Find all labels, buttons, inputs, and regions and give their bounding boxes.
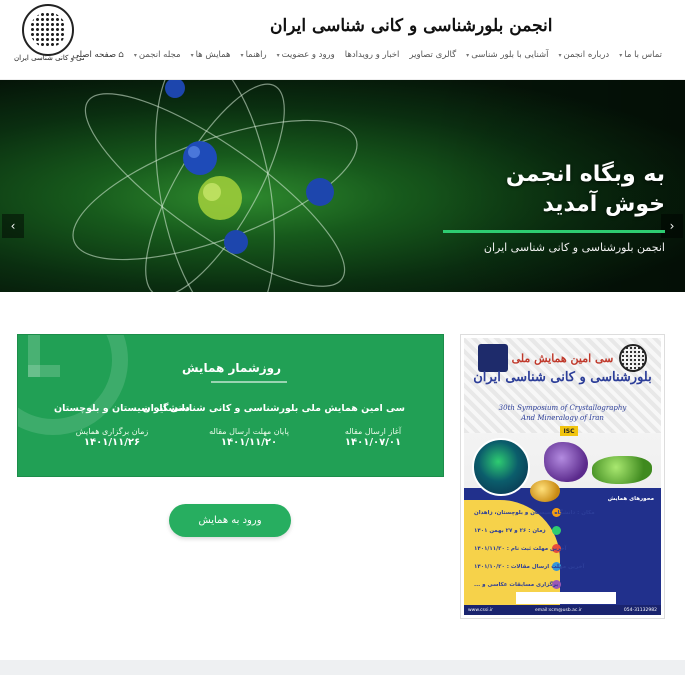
- nav-item-label: گالری تصاویر: [409, 50, 457, 60]
- amethyst-crystal-image: [544, 442, 588, 482]
- isc-badge: ISC: [560, 426, 578, 436]
- gold-crystal-image: [530, 480, 560, 502]
- chevron-right-icon: ›: [669, 219, 675, 233]
- nav-item-label: همایش ها: [195, 50, 231, 60]
- nav-item-label: اخبار و رویدادها: [344, 50, 400, 60]
- slide-subtitle: انجمن بلورشناسی و کانی شناسی ایران: [483, 241, 665, 254]
- nav-item[interactable]: مجله انجمن ▾: [129, 50, 186, 60]
- submission-deadline-label: پایان مهلت ارسال مقاله: [209, 427, 289, 436]
- poster-title-line2: بلورشناسی و کانی شناسی ایران: [473, 370, 652, 385]
- nav-item[interactable]: آشنایی با بلور شناسی ▾: [461, 50, 553, 60]
- stadium-photo: [472, 438, 530, 496]
- poster-info-line: مکان : دانشگاه سیستان و بلوچستان، زاهدان: [474, 510, 595, 516]
- conference-date-label: زمان برگزاری همایش: [75, 427, 149, 436]
- nav-item[interactable]: راهنما ▾: [236, 50, 272, 60]
- chevron-down-icon: ▾: [466, 51, 470, 59]
- poster-website: www.cssi.ir: [468, 607, 494, 613]
- submission-start-date: ۱۴۰۱/۰۷/۰۱: [344, 437, 402, 448]
- enter-conference-button[interactable]: ورود به همایش: [169, 504, 291, 537]
- conference-date: ۱۴۰۱/۱۱/۲۶: [83, 437, 141, 448]
- poster-phone: 054-31132982: [623, 607, 657, 613]
- footer-bar: [0, 660, 685, 675]
- poster-info-line: زمان : ۲۶ و ۲۷ بهمن ۱۴۰۱: [474, 528, 546, 534]
- nav-item-label: راهنما: [245, 50, 267, 60]
- society-logo[interactable]: [22, 4, 74, 56]
- nav-item-label: صفحه اصلی: [72, 50, 117, 60]
- nav-item[interactable]: درباره انجمن ▾: [554, 50, 615, 60]
- nav-item[interactable]: اخبار و رویدادها: [340, 50, 405, 60]
- slide-heading-underline: [443, 230, 665, 233]
- nav-item[interactable]: گالری تصاویر: [404, 50, 461, 60]
- conference-countdown-card: روزشمار همایش سی امین همایش ملی بلورشناس…: [17, 334, 444, 477]
- conference-poster[interactable]: سی امین همایش ملی بلورشناسی و کانی شناسی…: [460, 334, 665, 619]
- poster-english-line1: 30th Symposium of Crystallography: [498, 404, 627, 412]
- poster-image: سی امین همایش ملی بلورشناسی و کانی شناسی…: [464, 338, 661, 615]
- nav-item[interactable]: ⌂ صفحه اصلی: [67, 50, 128, 60]
- chevron-down-icon: ▾: [133, 51, 137, 59]
- site-header: انجمن بلورشناسی و کانی شناسی ایران انجمن…: [0, 0, 685, 80]
- nav-item-label: ورود و عضویت: [281, 50, 335, 60]
- slider-prev-button[interactable]: ‹: [2, 214, 24, 238]
- nav-item-label: مجله انجمن: [138, 50, 181, 60]
- submission-deadline-date: ۱۴۰۱/۱۱/۲۰: [220, 437, 278, 448]
- site-title[interactable]: انجمن بلورشناسی و کانی شناسی ایران: [270, 16, 553, 36]
- chevron-down-icon: ▾: [619, 51, 623, 59]
- chevron-down-icon: ▾: [276, 51, 280, 59]
- countdown-title-underline: [211, 381, 287, 383]
- main-nav: ⌂ صفحه اصلی مجله انجمن ▾ همایش ها ▾ راهنما ▾ ورو…: [67, 50, 667, 60]
- clock-hand: [28, 365, 60, 377]
- slide-heading: به وبگاه انجمن خوش آمدید: [505, 162, 665, 217]
- chevron-down-icon: ▾: [558, 51, 562, 59]
- nav-item[interactable]: همایش ها ▾: [186, 50, 236, 60]
- poster-info-line: برگزاری مسابقات عکاسی و ...: [474, 582, 559, 588]
- poster-info-line: آخرین مهلت ارسال مقالات : ۱۴۰۱/۱۰/۲۰: [474, 564, 585, 570]
- nav-item-label: تماس با ما: [624, 50, 662, 60]
- submission-start-label: آغاز ارسال مقاله: [344, 427, 402, 436]
- poster-title-line1: سی امین همایش ملی: [511, 352, 614, 365]
- poster-info-line: آخرین مهلت ثبت نام : ۱۴۰۱/۱۱/۲۰: [474, 546, 567, 552]
- chevron-left-icon: ‹: [10, 219, 16, 233]
- green-crystal-image: [592, 456, 652, 484]
- chevron-down-icon: ▾: [240, 51, 244, 59]
- poster-topics-title: محورهای همایش: [607, 496, 654, 502]
- nav-item[interactable]: تماس با ما ▾: [614, 50, 667, 60]
- nav-item[interactable]: ورود و عضویت ▾: [272, 50, 340, 60]
- nav-item-label: درباره انجمن: [563, 50, 610, 60]
- nav-item-label: آشنایی با بلور شناسی: [471, 50, 549, 60]
- chevron-down-icon: ▾: [190, 51, 194, 59]
- event-venue: دانشگاه سیستان و بلوچستان: [54, 403, 190, 414]
- poster-footer: www.cssi.ir email:scm@usb.ac.ir 054-3113…: [464, 605, 661, 615]
- countdown-title: روزشمار همایش: [181, 361, 282, 375]
- poster-email: email:scm@usb.ac.ir: [535, 607, 582, 613]
- home-icon: ⌂: [118, 50, 124, 60]
- poster-english-line2: And Mineralogy of Iran: [521, 414, 604, 422]
- sponsor-logos: [516, 592, 616, 604]
- bullet-icon: [552, 526, 561, 535]
